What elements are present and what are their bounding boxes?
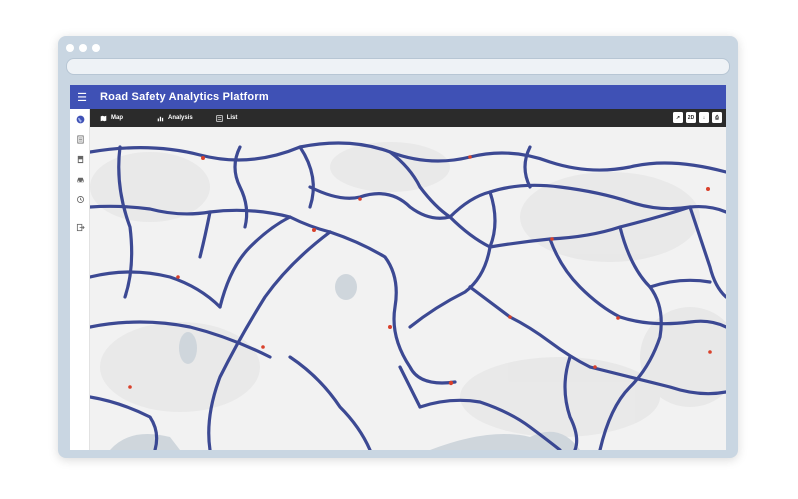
tab-label: Analysis [168, 115, 193, 121]
address-bar[interactable] [66, 58, 730, 75]
view-toolbar: Map Analysis List ↗ 2D ↓ ⎙ [90, 109, 726, 127]
sidebar-item-logout[interactable] [70, 217, 90, 237]
tab-analysis[interactable]: Analysis [157, 109, 193, 127]
browser-window: ☰ Road Safety Analytics Platform Map Ana… [58, 36, 738, 458]
tab-label: Map [111, 115, 123, 121]
document-icon [76, 134, 84, 144]
tab-list[interactable]: List [216, 109, 238, 127]
road-network-map[interactable] [90, 127, 726, 450]
toolbar-actions: ↗ 2D ↓ ⎙ [673, 112, 722, 123]
app-title: Road Safety Analytics Platform [100, 91, 269, 103]
print-button[interactable]: ⎙ [712, 112, 722, 123]
bar-chart-icon [157, 116, 164, 121]
window-controls [66, 44, 100, 52]
sidebar [70, 109, 90, 450]
globe-icon [76, 115, 84, 123]
2d-toggle-button[interactable]: 2D [686, 112, 696, 123]
sidebar-item-reports[interactable] [70, 129, 90, 149]
map-icon [100, 115, 107, 121]
hamburger-menu-icon[interactable]: ☰ [70, 91, 94, 104]
map-canvas[interactable] [90, 127, 726, 450]
file-icon [77, 155, 83, 163]
history-icon [76, 195, 84, 203]
tab-label: List [226, 115, 238, 121]
exit-icon [76, 223, 85, 231]
route-button[interactable]: ↗ [673, 112, 683, 123]
app-window: ☰ Road Safety Analytics Platform Map Ana… [70, 85, 726, 450]
download-button[interactable]: ↓ [699, 112, 709, 123]
list-icon [216, 114, 223, 122]
sidebar-item-history[interactable] [70, 189, 90, 209]
sidebar-item-globe[interactable] [70, 109, 90, 129]
window-dot[interactable] [92, 44, 100, 52]
sidebar-item-documents[interactable] [70, 149, 90, 169]
sidebar-item-vehicles[interactable] [70, 169, 90, 189]
car-icon [76, 177, 84, 182]
window-dot[interactable] [66, 44, 74, 52]
app-header: ☰ Road Safety Analytics Platform [70, 85, 726, 109]
tab-map[interactable]: Map [100, 109, 123, 127]
window-dot[interactable] [79, 44, 87, 52]
